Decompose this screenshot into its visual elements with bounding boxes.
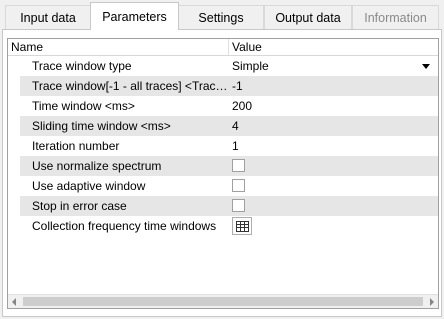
row-iteration-number[interactable]: Iteration number 1 [8,136,438,156]
tab-information: Information [352,5,439,29]
row-stop-in-error-case[interactable]: Stop in error case [8,196,438,216]
tab-input-data[interactable]: Input data [5,5,91,29]
parameters-panel: Name Value Trace window type Simple Trac… [2,29,442,317]
table-grid-icon [236,221,249,232]
row-trace-window-type[interactable]: Trace window type Simple [8,56,438,76]
column-header-value[interactable]: Value [232,40,262,55]
row-label: Iteration number [32,139,120,153]
grid-header: Name Value [8,39,438,56]
tab-bar: Input data Parameters Settings Output da… [0,0,444,31]
column-separator[interactable] [228,39,229,55]
row-label: Use normalize spectrum [20,156,228,176]
dropdown-value: Simple [232,59,269,73]
value-cell [228,196,438,216]
row-label: Use adaptive window [32,179,146,193]
sliding-time-window-input[interactable]: 4 [228,116,438,136]
tab-parameters[interactable]: Parameters [90,2,179,30]
scroll-left-arrow-icon[interactable] [12,298,16,306]
row-sliding-time-window[interactable]: Sliding time window <ms> 4 [8,116,438,136]
trace-window-input[interactable]: -1 [228,76,438,96]
grid-rows: Trace window type Simple Trace window[-1… [8,56,438,236]
dropdown-arrow-icon[interactable] [422,64,430,69]
row-time-window[interactable]: Time window <ms> 200 [8,96,438,116]
row-label: Time window <ms> [32,99,135,113]
row-use-normalize-spectrum[interactable]: Use normalize spectrum [8,156,438,176]
collection-frequency-button[interactable] [232,217,252,235]
row-trace-window[interactable]: Trace window[-1 - all traces] <Trace... … [8,76,438,96]
use-normalize-spectrum-checkbox[interactable] [232,159,245,172]
tab-output-data[interactable]: Output data [264,5,352,29]
scrollbar-thumb[interactable] [23,297,423,306]
row-collection-frequency-time-windows[interactable]: Collection frequency time windows [8,216,438,236]
scroll-right-arrow-icon[interactable] [430,298,434,306]
column-header-name[interactable]: Name [11,40,43,55]
value-cell [228,156,438,176]
tab-settings[interactable]: Settings [178,5,264,29]
time-window-input[interactable]: 200 [228,96,438,116]
value-cell [228,176,438,196]
row-label: Trace window type [32,59,132,73]
row-label: Trace window[-1 - all traces] <Trace... [20,76,228,96]
trace-window-type-dropdown[interactable]: Simple [228,56,438,76]
row-label: Stop in error case [20,196,228,216]
value-cell [228,216,438,236]
use-adaptive-window-checkbox[interactable] [232,179,245,192]
stop-in-error-case-checkbox[interactable] [232,199,245,212]
horizontal-scrollbar[interactable] [8,294,438,308]
row-label: Collection frequency time windows [32,219,217,233]
property-grid: Name Value Trace window type Simple Trac… [7,38,439,309]
row-use-adaptive-window[interactable]: Use adaptive window [8,176,438,196]
row-label: Sliding time window <ms> [20,116,228,136]
iteration-number-input[interactable]: 1 [228,136,438,156]
